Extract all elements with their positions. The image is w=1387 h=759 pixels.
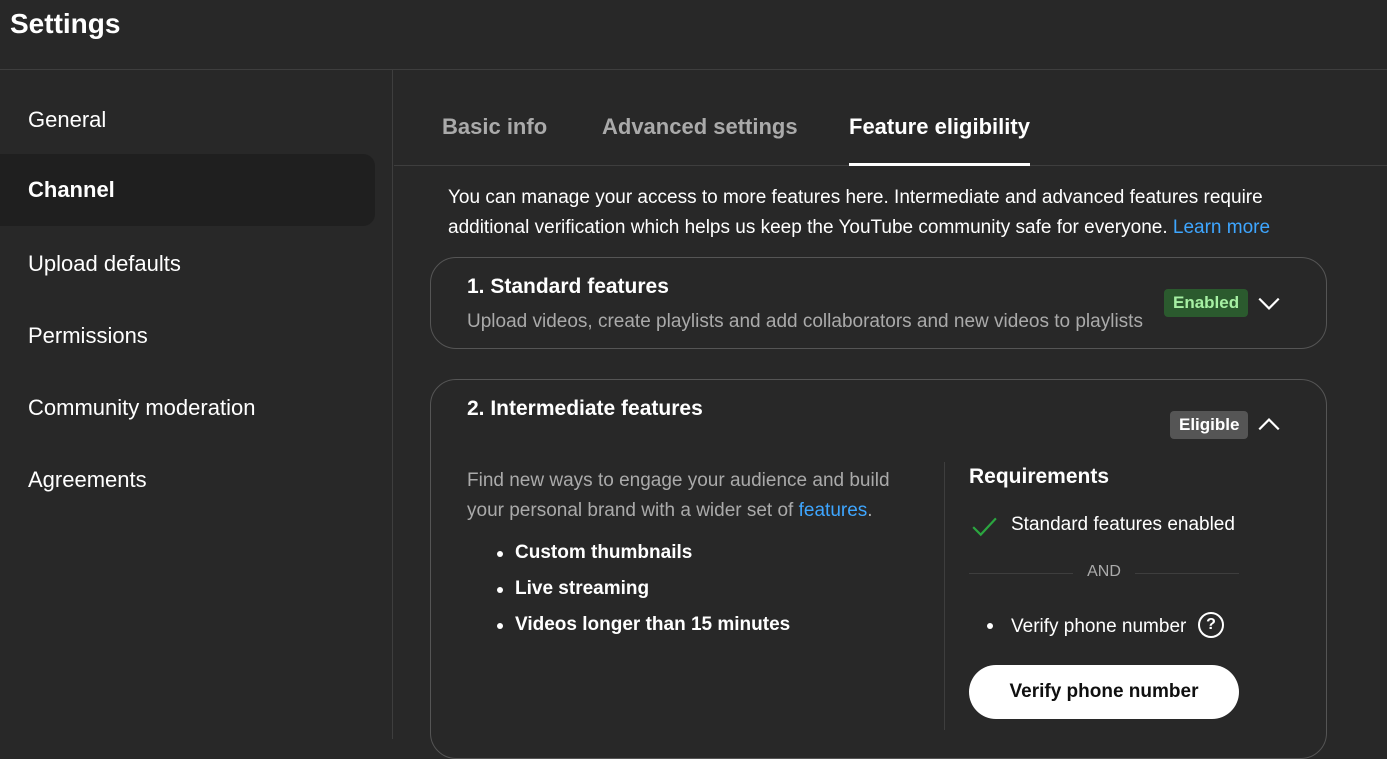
standard-features-description: Upload videos, create playlists and add … <box>467 311 1143 332</box>
sidebar-item-general[interactable]: General <box>0 84 375 156</box>
check-icon <box>971 513 997 539</box>
separator-line <box>1135 573 1239 574</box>
and-separator: AND <box>969 563 1239 583</box>
tab-feature-eligibility[interactable]: Feature eligibility <box>849 114 1030 166</box>
enabled-badge: Enabled <box>1164 289 1249 317</box>
description-period: . <box>867 500 873 521</box>
page-title: Settings <box>10 8 121 39</box>
intro-description: You can manage your access to more featu… <box>448 187 1263 238</box>
and-label: AND <box>1087 563 1121 580</box>
intermediate-features-title: 2. Intermediate features <box>467 397 703 420</box>
intro-text: You can manage your access to more featu… <box>448 183 1328 243</box>
list-item: Videos longer than 15 minutes <box>496 614 790 650</box>
chevron-up-icon[interactable] <box>1256 412 1282 438</box>
list-item: Custom thumbnails <box>496 542 790 578</box>
list-item: Live streaming <box>496 578 790 614</box>
bullet <box>987 623 993 629</box>
tab-advanced-settings[interactable]: Advanced settings <box>602 114 798 166</box>
help-icon[interactable]: ? <box>1198 612 1224 638</box>
tab-basic-info[interactable]: Basic info <box>442 114 547 166</box>
requirement-met: Standard features enabled <box>1011 514 1235 535</box>
sidebar-item-upload-defaults[interactable]: Upload defaults <box>0 228 375 300</box>
standard-features-title: 1. Standard features <box>467 275 669 298</box>
tab-bar: Basic info Advanced settings Feature eli… <box>394 70 1387 166</box>
sidebar-item-agreements[interactable]: Agreements <box>0 444 375 516</box>
learn-more-link[interactable]: Learn more <box>1173 217 1270 238</box>
sidebar-item-permissions[interactable]: Permissions <box>0 300 375 372</box>
column-divider <box>944 462 945 730</box>
sidebar-item-community-moderation[interactable]: Community moderation <box>0 372 375 444</box>
sidebar: General Channel Upload defaults Permissi… <box>0 70 393 739</box>
intermediate-description: Find new ways to engage your audience an… <box>467 466 927 526</box>
standard-features-card[interactable]: 1. Standard features Upload videos, crea… <box>430 257 1327 349</box>
feature-list: Custom thumbnails Live streaming Videos … <box>496 542 790 650</box>
eligible-badge: Eligible <box>1170 411 1249 439</box>
requirement-pending: Verify phone number <box>1011 616 1187 637</box>
features-link[interactable]: features <box>799 500 868 521</box>
sidebar-item-channel[interactable]: Channel <box>0 154 375 226</box>
page-header: Settings <box>0 0 1387 70</box>
verify-phone-button[interactable]: Verify phone number <box>969 665 1239 719</box>
chevron-down-icon[interactable] <box>1256 290 1282 316</box>
intermediate-features-card: 2. Intermediate features Eligible Find n… <box>430 379 1327 759</box>
requirements-title: Requirements <box>969 465 1110 488</box>
